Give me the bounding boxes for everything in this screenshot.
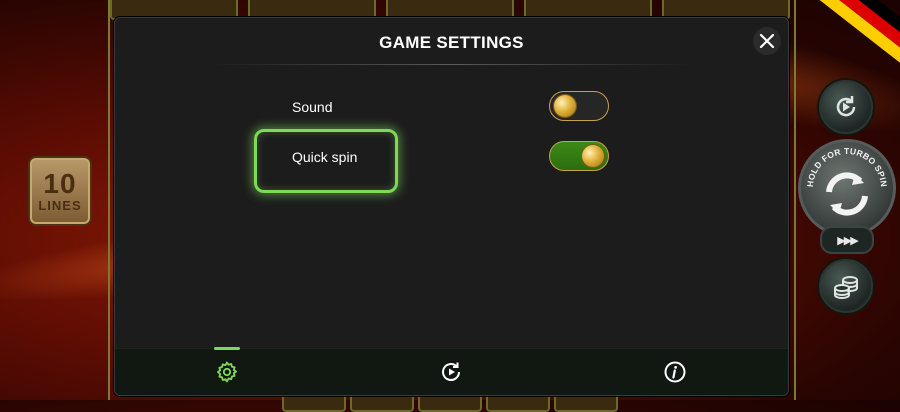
lines-badge: 10 LINES bbox=[28, 156, 92, 226]
autoplay-button[interactable] bbox=[819, 80, 873, 134]
settings-tab-bar bbox=[115, 347, 788, 395]
close-icon bbox=[759, 33, 775, 49]
coins-icon bbox=[834, 276, 858, 300]
bet-button[interactable] bbox=[819, 259, 873, 313]
lines-number: 10 bbox=[43, 167, 77, 199]
info-icon bbox=[664, 361, 686, 383]
sound-label: Sound bbox=[292, 99, 333, 115]
game-settings-dialog: GAME SETTINGS Sound Quick spin bbox=[114, 17, 789, 396]
gear-icon bbox=[217, 361, 237, 383]
sound-toggle[interactable] bbox=[549, 91, 609, 121]
tab-autoplay[interactable] bbox=[421, 349, 481, 395]
spin-icon bbox=[826, 172, 868, 216]
autoplay-icon bbox=[442, 362, 460, 381]
fast-forward-button[interactable]: ▶▶▶ bbox=[820, 226, 874, 254]
fast-forward-icon: ▶▶▶ bbox=[837, 234, 858, 247]
dialog-title: GAME SETTINGS bbox=[379, 33, 524, 52]
quick-spin-toggle[interactable] bbox=[549, 141, 609, 171]
tab-settings[interactable] bbox=[197, 347, 257, 395]
toggle-knob bbox=[554, 95, 576, 117]
toggle-knob bbox=[582, 145, 604, 167]
autoplay-icon bbox=[836, 96, 856, 117]
tab-info[interactable] bbox=[645, 349, 705, 395]
active-tab-indicator bbox=[214, 347, 240, 350]
quick-spin-label: Quick spin bbox=[292, 149, 358, 165]
lines-label: LINES bbox=[38, 197, 82, 213]
spin-button[interactable]: HOLD FOR TURBO SPIN bbox=[798, 139, 896, 237]
title-divider bbox=[211, 64, 692, 65]
close-button[interactable] bbox=[753, 27, 781, 55]
